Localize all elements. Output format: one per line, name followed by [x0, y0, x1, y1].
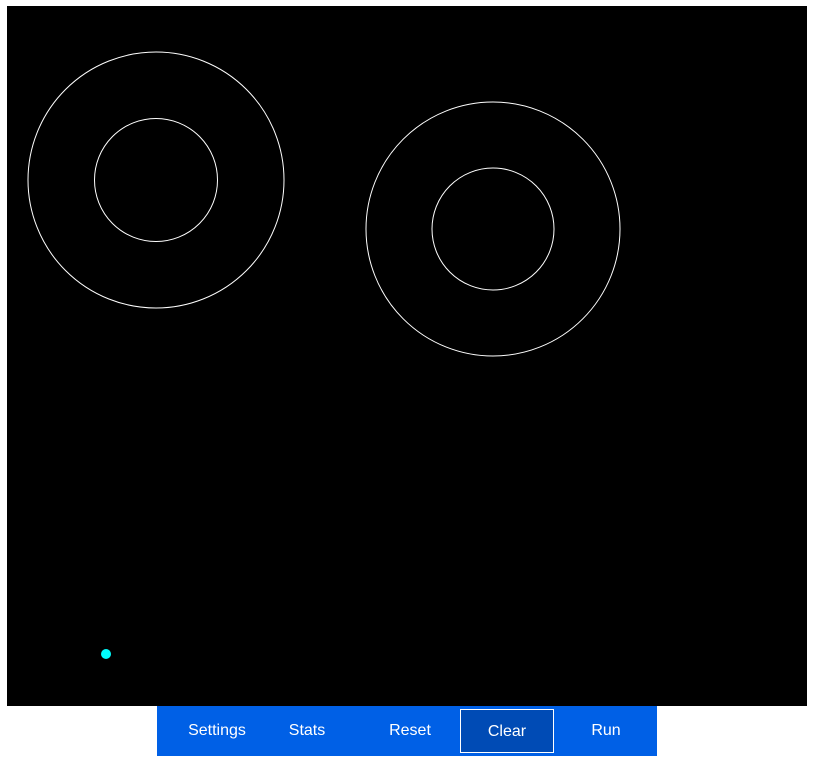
target-2-outer-ring	[365, 101, 621, 357]
canvas-svg	[27, 51, 621, 659]
toolbar: Settings Stats Reset Clear Run	[157, 706, 657, 756]
stats-button[interactable]: Stats	[260, 709, 354, 753]
target-1-inner-ring	[94, 118, 218, 242]
target-1-outer-ring	[27, 51, 285, 309]
target-2-inner-ring	[431, 167, 555, 291]
settings-button[interactable]: Settings	[170, 709, 264, 753]
simulation-canvas[interactable]	[7, 6, 807, 706]
reset-button[interactable]: Reset	[363, 709, 457, 753]
clear-button[interactable]: Clear	[460, 709, 554, 753]
run-button[interactable]: Run	[559, 709, 653, 753]
agent-dot[interactable]	[101, 649, 111, 659]
